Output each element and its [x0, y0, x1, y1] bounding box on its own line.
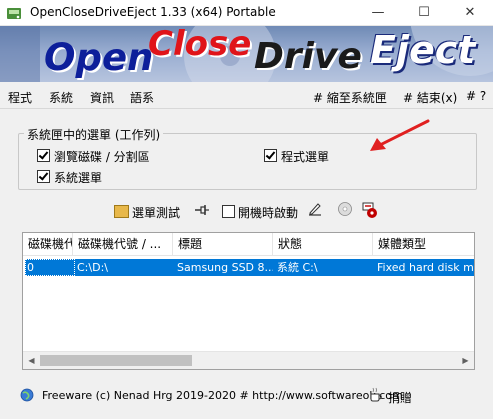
table-row[interactable]: 0 C:\D:\ Samsung SSD 8... 系統 C:\ Fixed h… [25, 259, 474, 276]
menu-info[interactable]: 資訊 [90, 89, 114, 106]
banner-word-eject: Eject [370, 28, 476, 72]
banner-word-drive: Drive [254, 36, 362, 77]
maximize-button[interactable]: ☐ [401, 0, 447, 25]
checkmark-icon[interactable] [37, 149, 50, 162]
horizontal-scrollbar[interactable]: ◀ ▶ [23, 351, 474, 369]
list-header: 磁碟機代號 / 磁碟機代號 / ... 標題 狀態 媒體類型 [23, 233, 474, 256]
cell-status: 系統 C:\ [277, 261, 318, 274]
app-icon [7, 8, 21, 19]
checkmark-icon[interactable] [37, 170, 50, 183]
cd-eject-icon[interactable] [337, 201, 353, 217]
column-header-index[interactable]: 磁碟機代號 / [23, 233, 73, 255]
menu-system[interactable]: 系統 [49, 89, 73, 106]
column-header-media-type[interactable]: 媒體類型 [373, 233, 474, 255]
banner-word-close: Close [148, 26, 252, 64]
scrollbar-thumb[interactable] [40, 355, 192, 366]
browse-drives-label: 瀏覽磁碟 / 分割區 [54, 150, 150, 164]
column-header-drives[interactable]: 磁碟機代號 / ... [73, 233, 173, 255]
donate-link[interactable]: 捐贈 [388, 389, 412, 406]
hotkey-disk-icon[interactable] [361, 201, 379, 219]
start-on-boot-label: 開機時啟動 [238, 206, 299, 220]
cell-index: 0 [27, 261, 34, 274]
globe-icon [20, 388, 34, 402]
column-header-title[interactable]: 標題 [173, 233, 273, 255]
scroll-right-arrow-icon[interactable]: ▶ [457, 352, 474, 369]
window-title: OpenCloseDriveEject 1.33 (x64) Portable [30, 5, 276, 19]
checkmark-icon[interactable] [264, 149, 277, 162]
banner-word-open: Open [44, 36, 154, 79]
coffee-cup-icon[interactable] [368, 387, 384, 403]
cell-title: Samsung SSD 8... [177, 261, 273, 274]
menu-language[interactable]: 語系 [130, 89, 154, 106]
edit-pen-icon[interactable] [307, 201, 323, 217]
menu-bar: 程式 系統 資訊 語系 # 縮至系統匣 # 結束(x) # ? [0, 84, 493, 109]
menu-test-icon [114, 205, 129, 218]
cell-drives: C:\D:\ [77, 261, 108, 274]
menu-help[interactable]: # ? [466, 89, 486, 103]
title-bar: OpenCloseDriveEject 1.33 (x64) Portable … [0, 0, 493, 26]
drive-list-view[interactable]: 磁碟機代號 / 磁碟機代號 / ... 標題 狀態 媒體類型 0 C:\D:\ … [22, 232, 475, 370]
groupbox-title: 系統匣中的選單 (工作列) [24, 126, 164, 143]
footer-freeware-link[interactable]: Freeware (c) Nenad Hrg 2019-2020 # http:… [42, 389, 403, 402]
pin-icon[interactable] [194, 202, 210, 218]
menu-minimize-to-tray[interactable]: # 縮至系統匣 [313, 89, 387, 106]
scroll-left-arrow-icon[interactable]: ◀ [23, 352, 40, 369]
minimize-button[interactable]: — [355, 0, 401, 25]
menu-program[interactable]: 程式 [8, 89, 32, 106]
start-on-boot-box[interactable] [222, 205, 235, 218]
program-menu-label: 程式選單 [281, 150, 330, 164]
menu-test-label: 選單測試 [132, 206, 181, 220]
column-header-status[interactable]: 狀態 [273, 233, 373, 255]
red-arrow-icon [370, 119, 430, 151]
footer: Freeware (c) Nenad Hrg 2019-2020 # http:… [0, 383, 493, 413]
cell-media-type: Fixed hard disk media [377, 261, 474, 274]
close-button[interactable]: ✕ [447, 0, 493, 25]
app-banner-logo: Open Close Drive Eject [0, 26, 493, 82]
menu-exit[interactable]: # 結束(x) [403, 89, 457, 106]
system-menu-label: 系統選單 [54, 171, 103, 185]
